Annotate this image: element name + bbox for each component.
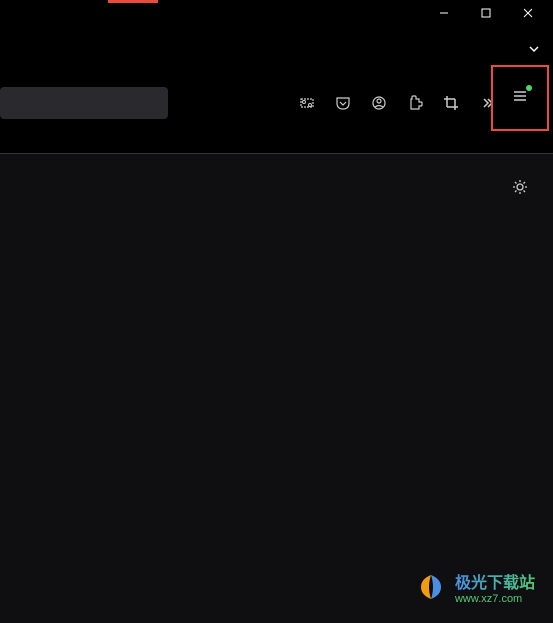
toolbar [0, 76, 553, 129]
separator [0, 129, 553, 154]
extension-icon[interactable] [407, 95, 423, 111]
chevron-down-icon[interactable] [527, 42, 541, 61]
account-icon[interactable] [371, 95, 387, 111]
menu-highlight-box [491, 65, 549, 131]
search-input[interactable] [0, 87, 168, 119]
notification-dot-icon [526, 85, 532, 91]
minimize-button[interactable] [423, 0, 465, 26]
titlebar [0, 0, 553, 26]
tab-indicator [108, 0, 158, 3]
close-button[interactable] [507, 0, 549, 26]
watermark-url: www.xz7.com [455, 593, 535, 605]
pocket-icon[interactable] [335, 95, 351, 111]
watermark-title: 极光下载站 [455, 569, 535, 593]
tabbar [0, 26, 553, 76]
watermark: 极光下载站 www.xz7.com [415, 569, 535, 605]
watermark-text: 极光下载站 www.xz7.com [455, 569, 535, 605]
watermark-logo-icon [415, 571, 447, 603]
settings-gear-icon[interactable] [511, 178, 529, 201]
hamburger-menu-button[interactable] [512, 88, 528, 109]
content-area: 极光下载站 www.xz7.com [0, 154, 553, 623]
screenshot-icon[interactable] [299, 95, 315, 111]
crop-icon[interactable] [443, 95, 459, 111]
maximize-button[interactable] [465, 0, 507, 26]
